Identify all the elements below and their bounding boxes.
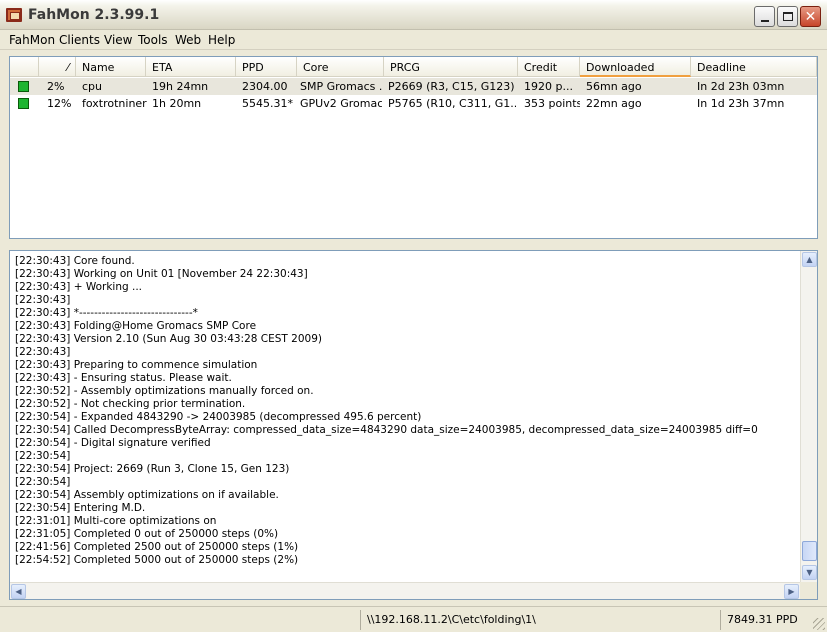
client-downloaded: 56mn ago	[586, 80, 642, 93]
log-line: [22:30:43] Working on Unit 01 [November …	[15, 268, 308, 280]
log-line: [22:30:52] - Assembly optimizations manu…	[15, 385, 314, 397]
column-prcg[interactable]: PRCG	[384, 57, 518, 77]
log-line: [22:31:01] Multi-core optimizations on	[15, 515, 217, 527]
log-line: [22:41:56] Completed 2500 out of 250000 …	[15, 541, 299, 553]
log-line: [22:30:43] - Ensuring status. Please wai…	[15, 372, 232, 384]
menu-clients[interactable]: Clients	[59, 33, 100, 47]
menu-bar: FahMon Clients View Tools Web Help	[0, 30, 827, 50]
scroll-left-button[interactable]: ◀	[11, 584, 26, 599]
client-ppd: 5545.31*	[242, 97, 293, 110]
scroll-up-button[interactable]: ▲	[802, 252, 817, 267]
horizontal-scrollbar[interactable]: ◀ ▶	[10, 582, 800, 599]
log-line: [22:30:54] - Expanded 4843290 -> 2400398…	[15, 411, 422, 423]
maximize-button[interactable]	[777, 6, 798, 27]
client-deadline: In 1d 23h 37mn	[697, 97, 785, 110]
status-running-icon	[18, 81, 29, 92]
log-line: [22:30:54] Project: 2669 (Run 3, Clone 1…	[15, 463, 290, 475]
menu-tools[interactable]: Tools	[138, 33, 168, 47]
vertical-scrollbar[interactable]: ▲ ▼	[800, 251, 817, 582]
log-line: [22:30:43]	[15, 294, 71, 306]
column-status[interactable]	[10, 57, 39, 77]
column-core[interactable]: Core	[297, 57, 384, 77]
column-progress[interactable]: ⁄	[39, 57, 76, 77]
client-prcg: P2669 (R3, C15, G123)	[388, 80, 515, 93]
column-ppd[interactable]: PPD	[236, 57, 297, 77]
scroll-down-button[interactable]: ▼	[802, 565, 817, 580]
vertical-scroll-thumb[interactable]	[802, 541, 817, 561]
minimize-icon	[760, 19, 769, 22]
fahmon-app-icon	[6, 8, 22, 22]
client-progress: 12%	[47, 97, 72, 110]
close-icon: ✕	[804, 8, 817, 25]
arrow-down-icon: ▼	[806, 568, 813, 577]
menu-help[interactable]: Help	[208, 33, 235, 47]
client-eta: 19h 24mn	[152, 80, 209, 93]
log-line: [22:30:43] Version 2.10 (Sun Aug 30 03:4…	[15, 333, 322, 345]
scroll-corner	[800, 582, 817, 599]
client-downloaded: 22mn ago	[586, 97, 642, 110]
log-line: [22:30:54]	[15, 476, 71, 488]
window-title: FahMon 2.3.99.1	[28, 7, 160, 23]
client-name: cpu	[82, 80, 103, 93]
client-credit: 353 points	[524, 97, 580, 110]
log-line: [22:54:52] Completed 5000 out of 250000 …	[15, 554, 299, 566]
client-credit: 1920 p...	[524, 80, 573, 93]
log-line: [22:31:05] Completed 0 out of 250000 ste…	[15, 528, 279, 540]
column-name[interactable]: Name	[76, 57, 146, 77]
minimize-button[interactable]	[754, 6, 775, 27]
log-line: [22:30:52] - Not checking prior terminat…	[15, 398, 246, 410]
status-path: \\192.168.11.2\C\etc\folding\1\	[360, 610, 720, 630]
client-progress: 2%	[47, 80, 65, 93]
client-eta: 1h 20mn	[152, 97, 202, 110]
client-core: GPUv2 Gromacs	[300, 97, 382, 110]
client-ppd: 2304.00	[242, 80, 288, 93]
client-prcg: P5765 (R10, C311, G1...	[388, 97, 516, 110]
log-text: [22:30:43] Core found. [22:30:43] Working…	[15, 255, 795, 567]
menu-fahmon[interactable]: FahMon	[9, 33, 55, 47]
column-downloaded[interactable]: Downloaded	[580, 57, 691, 77]
close-button[interactable]: ✕	[800, 6, 821, 27]
title-bar: FahMon 2.3.99.1 ✕	[0, 0, 827, 30]
column-credit[interactable]: Credit	[518, 57, 580, 77]
log-line: [22:30:54] Entering M.D.	[15, 502, 146, 514]
column-deadline[interactable]: Deadline	[691, 57, 817, 77]
arrow-up-icon: ▲	[806, 255, 813, 264]
log-line: [22:30:43] Folding@Home Gromacs SMP Core	[15, 320, 257, 332]
log-line: [22:30:43]	[15, 346, 71, 358]
client-deadline: In 2d 23h 03mn	[697, 80, 785, 93]
client-core: SMP Gromacs ...	[300, 80, 382, 93]
log-view[interactable]: [22:30:43] Core found. [22:30:43] Working…	[9, 250, 818, 600]
log-line: [22:30:54] - Digital signature verified	[15, 437, 211, 449]
log-line: [22:30:43] Core found.	[15, 255, 135, 267]
scroll-right-button[interactable]: ▶	[784, 584, 799, 599]
menu-view[interactable]: View	[104, 33, 132, 47]
column-eta[interactable]: ETA	[146, 57, 236, 77]
log-line: [22:30:54]	[15, 450, 71, 462]
maximize-icon	[782, 12, 793, 21]
clients-list[interactable]: ⁄ Name ETA PPD Core PRCG Credit Download…	[9, 56, 818, 239]
log-line: [22:30:54] Assembly optimizations on if …	[15, 489, 279, 501]
status-bar: \\192.168.11.2\C\etc\folding\1\ 7849.31 …	[0, 606, 827, 632]
client-name: foxtrotniner	[82, 97, 147, 110]
arrow-left-icon: ◀	[15, 587, 22, 596]
arrow-right-icon: ▶	[788, 587, 795, 596]
log-line: [22:30:43] + Working ...	[15, 281, 142, 293]
log-line: [22:30:43] *----------------------------…	[15, 307, 198, 319]
log-line: [22:30:54] Called DecompressByteArray: c…	[15, 424, 758, 436]
log-line: [22:30:43] Preparing to commence simulat…	[15, 359, 258, 371]
menu-web[interactable]: Web	[175, 33, 201, 47]
sort-indicator-icon: ⁄	[67, 61, 69, 74]
status-running-icon	[18, 98, 29, 109]
status-total-ppd: 7849.31 PPD	[720, 610, 820, 630]
resize-grip-icon[interactable]	[813, 618, 825, 630]
client-row[interactable]: 12% foxtrotniner 1h 20mn 5545.31* GPUv2 …	[10, 95, 817, 112]
client-row[interactable]: 2% cpu 19h 24mn 2304.00 SMP Gromacs ... …	[10, 78, 817, 95]
